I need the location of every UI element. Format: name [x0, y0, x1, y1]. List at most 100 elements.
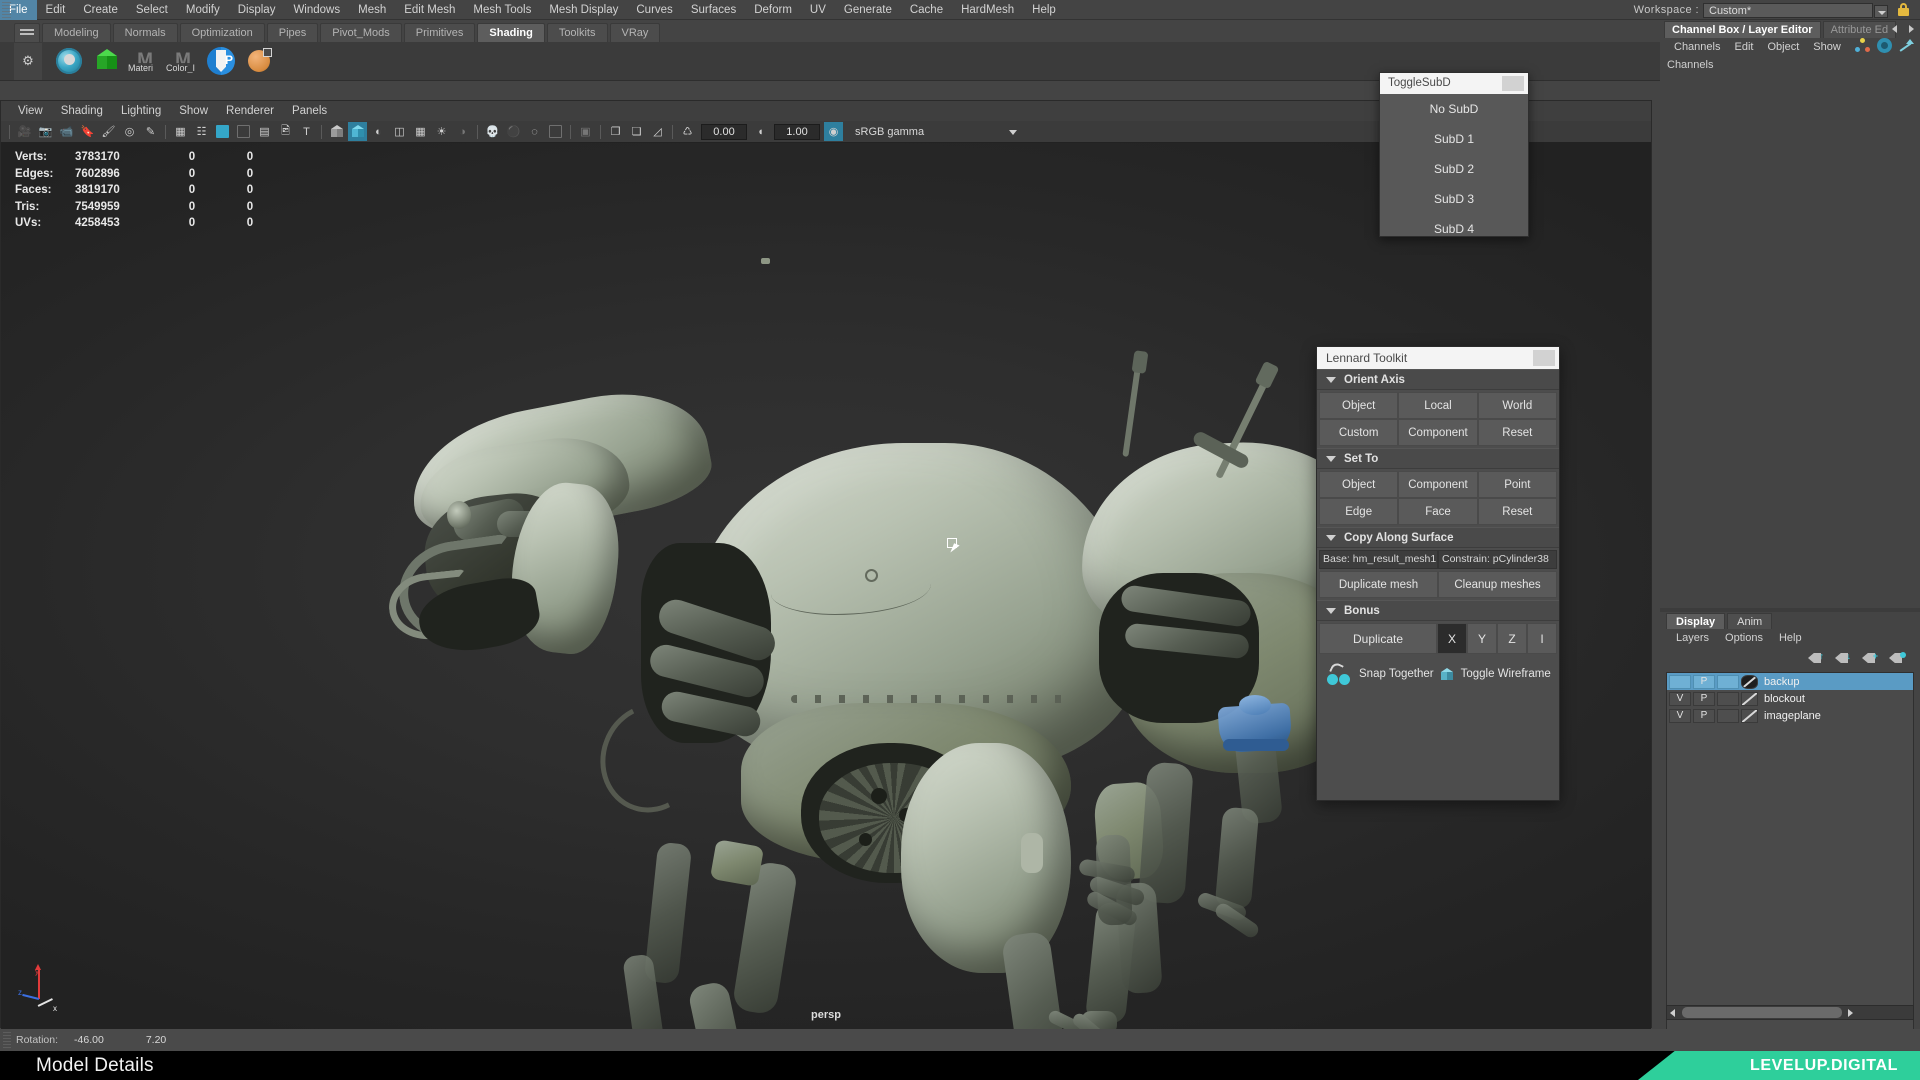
- section-header-bonus[interactable]: Bonus: [1317, 600, 1559, 621]
- layer-visibility-toggle[interactable]: [1669, 674, 1691, 689]
- checker-icon[interactable]: ▦: [411, 122, 430, 141]
- workspace-dropdown[interactable]: Custom*: [1703, 2, 1888, 18]
- menu-item-edit-mesh[interactable]: Edit Mesh: [395, 0, 464, 20]
- menu-item-display[interactable]: Display: [229, 0, 285, 20]
- chevron-right-icon[interactable]: [1905, 22, 1917, 35]
- layer-playback-toggle[interactable]: P: [1693, 708, 1715, 723]
- subd-option-no-subd[interactable]: No SubD: [1380, 94, 1528, 124]
- paint-brush-icon[interactable]: 🖌: [99, 122, 118, 141]
- chevron-left-icon[interactable]: [1890, 22, 1902, 35]
- axis-x-button[interactable]: X: [1437, 623, 1467, 654]
- bookmark-icon[interactable]: 🔖: [78, 122, 97, 141]
- shelf-tab-toolkits[interactable]: Toolkits: [546, 23, 608, 42]
- base-mesh-field[interactable]: Base: hm_result_mesh1: [1319, 550, 1438, 569]
- gamma-input[interactable]: 1.00: [774, 123, 820, 140]
- toolkit-close-button[interactable]: [1533, 350, 1555, 366]
- menu-item-surfaces[interactable]: Surfaces: [682, 0, 745, 20]
- set-to-reset-button[interactable]: Reset: [1477, 498, 1557, 525]
- tab-display-layers[interactable]: Display: [1666, 613, 1726, 629]
- channel-box-menu-edit[interactable]: Edit: [1727, 38, 1760, 56]
- tab-attribute-editor[interactable]: Attribute Ed: [1822, 21, 1897, 38]
- menu-item-cache[interactable]: Cache: [901, 0, 952, 20]
- orient-axis-component-button[interactable]: Component: [1398, 419, 1478, 446]
- shelf-icon-texture[interactable]: [242, 44, 276, 78]
- set-to-face-button[interactable]: Face: [1398, 498, 1478, 525]
- layer-playback-toggle[interactable]: P: [1693, 691, 1715, 706]
- duplicate-mesh-button[interactable]: Duplicate mesh: [1319, 571, 1438, 598]
- shelf-tab-modeling[interactable]: Modeling: [42, 23, 111, 42]
- toggle-subd-close-button[interactable]: [1502, 76, 1524, 91]
- cleanup-meshes-button[interactable]: Cleanup meshes: [1438, 571, 1557, 598]
- channel-box-menu-object[interactable]: Object: [1760, 38, 1806, 56]
- orient-axis-object-button[interactable]: Object: [1319, 392, 1399, 419]
- shadow-icon[interactable]: ◑: [453, 122, 472, 141]
- shelf-icon-green-cube[interactable]: [90, 44, 124, 78]
- grid-icon[interactable]: ▦: [171, 122, 190, 141]
- menu-item-mesh-display[interactable]: Mesh Display: [540, 0, 627, 20]
- viewport-menu-show[interactable]: Show: [170, 101, 217, 121]
- tab-channel-box-layer-editor[interactable]: Channel Box / Layer Editor: [1664, 21, 1821, 38]
- toggle-wireframe-label[interactable]: Toggle Wireframe: [1461, 668, 1551, 680]
- viewport-menu-lighting[interactable]: Lighting: [112, 101, 170, 121]
- color-management-toggle-icon[interactable]: ◉: [824, 122, 843, 141]
- exposure-icon[interactable]: ♺: [678, 122, 697, 141]
- section-header-set-to[interactable]: Set To: [1317, 448, 1559, 469]
- layer-display-type-toggle[interactable]: [1717, 674, 1739, 689]
- layer-menu-layers[interactable]: Layers: [1668, 629, 1717, 647]
- menu-item-create[interactable]: Create: [74, 0, 127, 20]
- shelf-tab-pipes[interactable]: Pipes: [266, 23, 319, 42]
- lights-icon[interactable]: ☀: [432, 122, 451, 141]
- layer-horizontal-scrollbar[interactable]: [1666, 1005, 1914, 1020]
- layer-name-backup[interactable]: backup: [1764, 676, 1799, 688]
- set-to-edge-button[interactable]: Edge: [1319, 498, 1399, 525]
- layer-row-blockout[interactable]: V P blockout: [1667, 690, 1913, 707]
- textured-cube-icon[interactable]: ◫: [390, 122, 409, 141]
- channel-box-menu-show[interactable]: Show: [1806, 38, 1848, 56]
- menu-item-uv[interactable]: UV: [801, 0, 835, 20]
- layer-row-backup[interactable]: P backup: [1667, 673, 1913, 690]
- snapshot-icon[interactable]: ◿: [648, 122, 667, 141]
- scrollbar-thumb[interactable]: [1682, 1007, 1842, 1018]
- scroll-right-icon[interactable]: [1844, 1006, 1857, 1019]
- subd-option-subd-4[interactable]: SubD 4: [1380, 214, 1528, 244]
- wireframe-cube-icon[interactable]: [327, 122, 346, 141]
- paste-view-icon[interactable]: ❏: [627, 122, 646, 141]
- layer-name-blockout[interactable]: blockout: [1764, 693, 1805, 705]
- smooth-shade-cube-icon[interactable]: [348, 122, 367, 141]
- orient-axis-world-button[interactable]: World: [1477, 392, 1557, 419]
- input-output-icon[interactable]: [1877, 38, 1892, 53]
- camera-icon[interactable]: 🎥: [15, 122, 34, 141]
- axis-y-button[interactable]: Y: [1467, 623, 1497, 654]
- new-layer-from-selected-icon[interactable]: [1889, 651, 1906, 665]
- orient-axis-reset-button[interactable]: Reset: [1477, 419, 1557, 446]
- color-space-dropdown[interactable]: sRGB gamma: [849, 123, 1005, 140]
- toolkit-title-bar[interactable]: Lennard Toolkit: [1317, 347, 1559, 369]
- axis-i-button[interactable]: I: [1527, 623, 1557, 654]
- layer-visibility-toggle[interactable]: V: [1669, 691, 1691, 706]
- shelf-tab-pivot-mods[interactable]: Pivot_Mods: [320, 23, 402, 42]
- shelf-tab-vray[interactable]: VRay: [609, 23, 661, 42]
- new-layer-icon[interactable]: +: [1862, 651, 1879, 665]
- move-layer-up-icon[interactable]: ↑: [1808, 651, 1825, 665]
- status-grip-handle[interactable]: [3, 1032, 11, 1048]
- xray-skull-icon[interactable]: 💀: [483, 122, 502, 141]
- layer-display-type-toggle[interactable]: [1717, 691, 1739, 706]
- copy-view-icon[interactable]: ❐: [606, 122, 625, 141]
- section-header-copy-along-surface[interactable]: Copy Along Surface: [1317, 527, 1559, 548]
- subd-option-subd-1[interactable]: SubD 1: [1380, 124, 1528, 154]
- shelf-menu-button[interactable]: [14, 23, 40, 42]
- orient-axis-local-button[interactable]: Local: [1398, 392, 1478, 419]
- menu-item-edit[interactable]: Edit: [37, 0, 75, 20]
- menu-item-deform[interactable]: Deform: [745, 0, 801, 20]
- node-tree-icon[interactable]: [1855, 38, 1870, 53]
- toggle-subd-title-bar[interactable]: ToggleSubD: [1380, 73, 1528, 94]
- shelf-tab-normals[interactable]: Normals: [112, 23, 178, 42]
- shaded-sphere-icon[interactable]: ◐: [369, 122, 388, 141]
- toggle-wireframe-icon[interactable]: [1440, 667, 1455, 682]
- exposure-input[interactable]: 0.00: [701, 123, 747, 140]
- set-to-component-button[interactable]: Component: [1398, 471, 1478, 498]
- film-origin-icon[interactable]: ▤: [255, 122, 274, 141]
- layer-visibility-toggle[interactable]: V: [1669, 708, 1691, 723]
- layer-playback-toggle[interactable]: P: [1693, 674, 1715, 689]
- graph-editor-icon[interactable]: [1899, 38, 1914, 53]
